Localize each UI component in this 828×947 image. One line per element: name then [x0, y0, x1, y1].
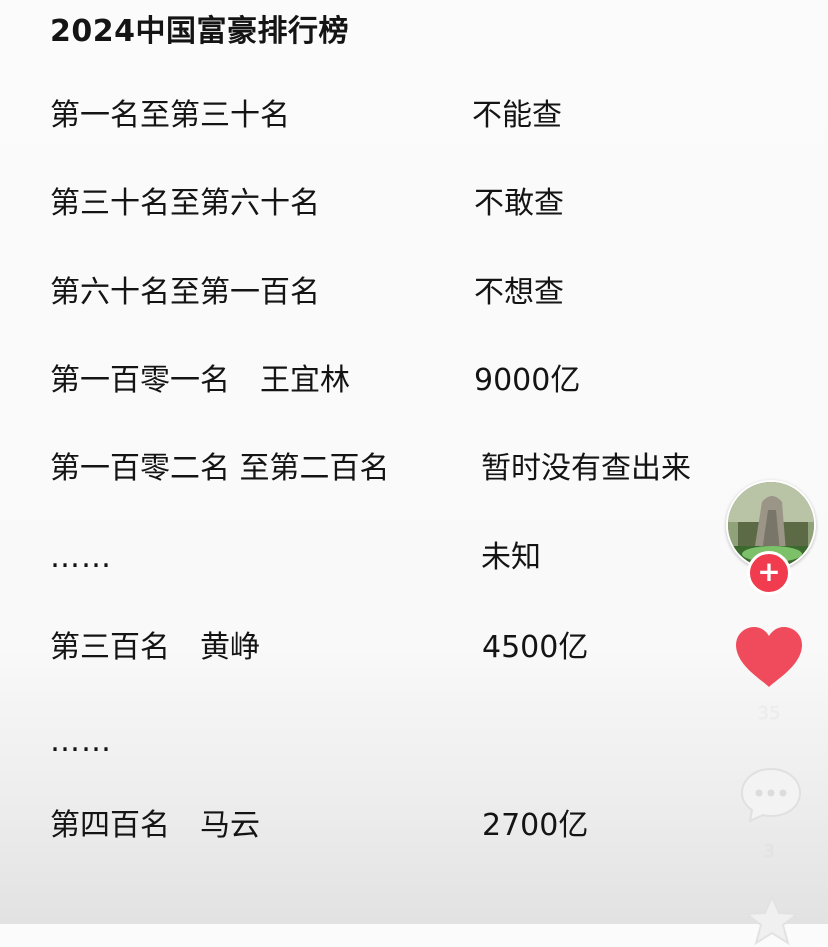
rank-value: 暂时没有查出来 [481, 451, 691, 486]
like-count: 35 [757, 703, 781, 724]
page-title: 2024中国富豪排行榜 [50, 14, 349, 49]
comment-count: 3 [763, 841, 775, 862]
rank-value: 4500亿 [482, 630, 589, 665]
plus-icon: + [757, 555, 781, 588]
ranking-row-8: …… [0, 720, 740, 764]
ranking-row-1: 第一名至第三十名 不能查 [0, 94, 740, 138]
rank-value: 2700亿 [482, 808, 589, 843]
rank-value: 未知 [481, 540, 541, 575]
ranking-row-3: 第六十名至第一百名 不想查 [0, 271, 740, 315]
follow-button[interactable]: + [747, 551, 791, 595]
comment-bubble-icon[interactable] [738, 765, 804, 825]
star-icon[interactable] [744, 895, 800, 947]
rank-value: 不想查 [474, 275, 564, 310]
rank-label: 第一百零二名 至第二百名 [50, 451, 390, 486]
rank-label: 第三百名 黄峥 [50, 630, 260, 665]
ranking-row-2: 第三十名至第六十名 不敢查 [0, 182, 740, 226]
ranking-row-4: 第一百零一名 王宜林 9000亿 [0, 359, 740, 403]
rank-label: 第一名至第三十名 [50, 98, 290, 133]
rank-label: 第三十名至第六十名 [50, 186, 320, 221]
rank-value: 不能查 [472, 98, 562, 133]
rank-value: 9000亿 [474, 363, 581, 398]
ranking-row-7: 第三百名 黄峥 4500亿 [0, 626, 740, 670]
ranking-row-5: 第一百零二名 至第二百名 暂时没有查出来 [0, 447, 740, 491]
rank-label: 第一百零一名 王宜林 [50, 363, 350, 398]
action-sidebar: + 35 3 [722, 475, 822, 946]
rank-label: 第四百名 马云 [50, 808, 260, 843]
ellipsis-label: …… [50, 540, 112, 575]
rank-label: 第六十名至第一百名 [50, 275, 320, 310]
rank-value: 不敢查 [474, 186, 564, 221]
ranking-row-9: 第四百名 马云 2700亿 [0, 804, 740, 848]
ellipsis-label: …… [50, 724, 112, 759]
ranking-row-6: …… 未知 [0, 536, 740, 580]
heart-icon[interactable] [734, 625, 804, 689]
